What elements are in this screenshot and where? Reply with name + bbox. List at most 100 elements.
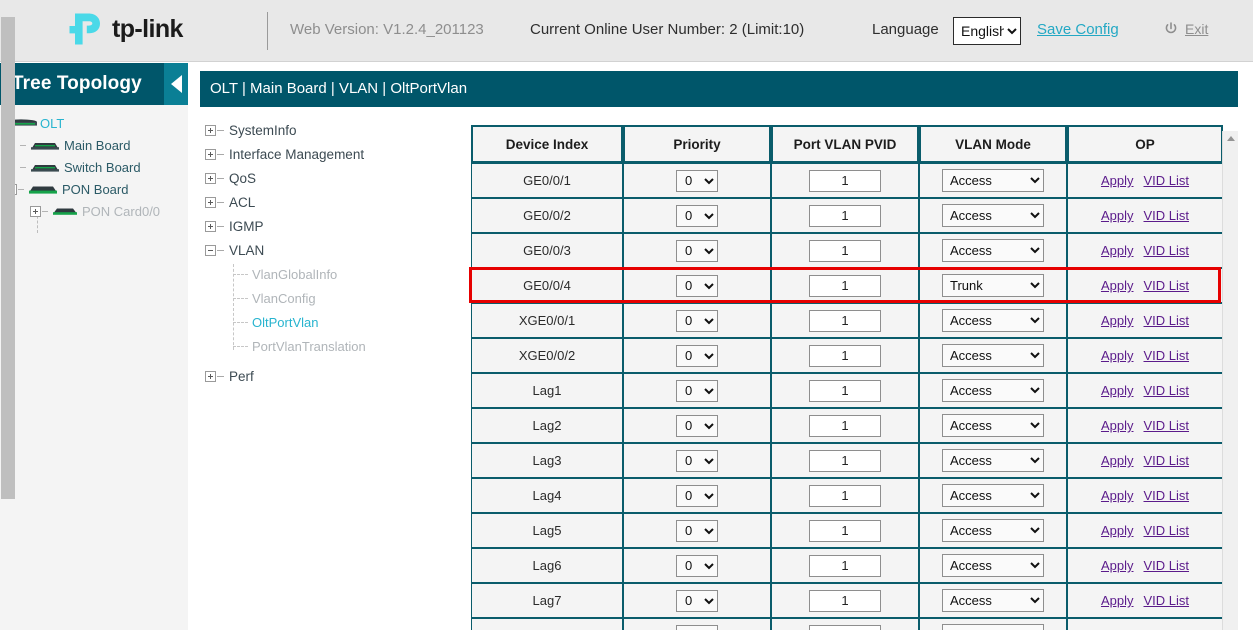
vid-list-link[interactable]: VID List [1144,348,1190,363]
priority-select[interactable]: 01234567 [676,555,718,577]
submenu-item-vlanglobalinfo[interactable]: VlanGlobalInfo [189,262,462,286]
vlan-mode-select[interactable]: AccessTrunkHybrid [942,449,1044,472]
vid-list-link[interactable]: VID List [1144,523,1190,538]
priority-select[interactable]: 01234567 [676,520,718,542]
language-select[interactable]: English [953,17,1021,45]
scroll-up-button[interactable] [1223,131,1238,146]
apply-link[interactable]: Apply [1101,243,1134,258]
menu-item-qos[interactable]: QoS [189,166,462,190]
vlan-mode-select[interactable]: AccessTrunkHybrid [942,379,1044,402]
vlan-mode-select[interactable]: AccessTrunkHybrid [942,204,1044,227]
exit-label[interactable]: Exit [1185,21,1208,37]
menu-item-interface-management[interactable]: Interface Management [189,142,462,166]
vid-list-link[interactable]: VID List [1144,418,1190,433]
priority-select[interactable]: 01234567 [676,170,718,192]
priority-select[interactable]: 01234567 [676,205,718,227]
apply-link[interactable]: Apply [1101,383,1134,398]
vlan-mode-select[interactable]: AccessTrunkHybrid [942,414,1044,437]
tree-node-olt[interactable]: OLT [0,112,188,134]
priority-select[interactable]: 01234567 [676,415,718,437]
vid-list-link[interactable]: VID List [1144,558,1190,573]
sidebar-collapse-button[interactable] [164,63,188,105]
apply-link[interactable]: Apply [1101,418,1134,433]
priority-select[interactable]: 01234567 [676,310,718,332]
tree-expand-toggle[interactable] [30,206,41,217]
pvid-input[interactable] [809,450,881,472]
pvid-input[interactable] [809,310,881,332]
vid-list-link[interactable]: VID List [1144,278,1190,293]
pvid-input[interactable] [809,345,881,367]
priority-select[interactable]: 01234567 [676,380,718,402]
pvid-input[interactable] [809,380,881,402]
apply-link[interactable]: Apply [1101,488,1134,503]
vid-list-link[interactable]: VID List [1144,313,1190,328]
menu-item-perf[interactable]: Perf [189,364,462,388]
vlan-mode-select[interactable]: AccessTrunkHybrid [942,554,1044,577]
apply-link[interactable]: Apply [1101,558,1134,573]
vid-list-link[interactable]: VID List [1144,208,1190,223]
priority-select[interactable]: 01234567 [676,345,718,367]
apply-link[interactable]: Apply [1101,348,1134,363]
expand-toggle-icon[interactable] [205,173,216,184]
pvid-input[interactable] [809,415,881,437]
pvid-input[interactable] [809,170,881,192]
pvid-input[interactable] [809,590,881,612]
vid-list-link[interactable]: VID List [1144,488,1190,503]
exit-control[interactable]: Exit [1163,21,1208,37]
pvid-input[interactable] [809,240,881,262]
pvid-input[interactable] [809,275,881,297]
apply-link[interactable]: Apply [1101,523,1134,538]
pvid-input[interactable] [809,205,881,227]
expand-toggle-icon[interactable] [205,197,216,208]
menu-item-acl[interactable]: ACL [189,190,462,214]
priority-select[interactable]: 01234567 [676,450,718,472]
vid-list-link[interactable]: VID List [1144,243,1190,258]
tree-node-switch-board[interactable]: Switch Board [0,156,188,178]
priority-select[interactable]: 01234567 [676,590,718,612]
expand-toggle-icon[interactable] [205,149,216,160]
apply-link[interactable]: Apply [1101,208,1134,223]
vlan-mode-select[interactable]: AccessTrunkHybrid [942,484,1044,507]
scroll-thumb[interactable] [1,17,15,499]
expand-toggle-icon[interactable] [205,125,216,136]
apply-link[interactable]: Apply [1101,278,1134,293]
submenu-item-portvlantranslation[interactable]: PortVlanTranslation [189,334,462,358]
priority-select[interactable]: 01234567 [676,485,718,507]
pvid-input[interactable] [809,555,881,577]
expand-toggle-icon[interactable] [205,371,216,382]
tree-node-pon-board[interactable]: PON Board [0,178,188,200]
vid-list-link[interactable]: VID List [1144,173,1190,188]
vlan-mode-select[interactable]: AccessTrunkHybrid [942,169,1044,192]
apply-link[interactable]: Apply [1101,173,1134,188]
vlan-mode-select[interactable]: AccessTrunkHybrid [942,589,1044,612]
vid-list-link[interactable]: VID List [1144,383,1190,398]
pvid-input[interactable] [809,520,881,542]
submenu-item-vlanconfig[interactable]: VlanConfig [189,286,462,310]
apply-link[interactable]: Apply [1101,593,1134,608]
priority-select[interactable]: 01234567 [676,275,718,297]
apply-link[interactable]: Apply [1101,453,1134,468]
vlan-mode-select[interactable]: AccessTrunkHybrid [942,239,1044,262]
pvid-input[interactable] [809,625,881,630]
apply-link[interactable]: Apply [1101,313,1134,328]
tree-node-main-board[interactable]: Main Board [0,134,188,156]
menu-item-systeminfo[interactable]: SystemInfo [189,118,462,142]
vlan-mode-select[interactable]: AccessTrunkHybrid [942,344,1044,367]
vlan-mode-select[interactable]: AccessTrunkHybrid [942,624,1044,630]
menu-item-vlan[interactable]: VLAN [189,238,462,262]
vid-list-link[interactable]: VID List [1144,453,1190,468]
priority-select[interactable]: 01234567 [676,240,718,262]
collapse-toggle-icon[interactable] [205,245,216,256]
vlan-mode-select[interactable]: AccessTrunkHybrid [942,519,1044,542]
pvid-input[interactable] [809,485,881,507]
tree-node-pon-card[interactable]: PON Card0/0 [0,200,188,222]
expand-toggle-icon[interactable] [205,221,216,232]
priority-select[interactable]: 01234567 [676,625,718,630]
vlan-mode-select[interactable]: AccessTrunkHybrid [942,309,1044,332]
save-config-link[interactable]: Save Config [1037,21,1119,38]
vid-list-link[interactable]: VID List [1144,593,1190,608]
menu-item-igmp[interactable]: IGMP [189,214,462,238]
vertical-scrollbar[interactable] [1222,131,1238,630]
vlan-mode-select[interactable]: AccessTrunkHybrid [942,274,1044,297]
submenu-item-oltportvlan[interactable]: OltPortVlan [189,310,462,334]
